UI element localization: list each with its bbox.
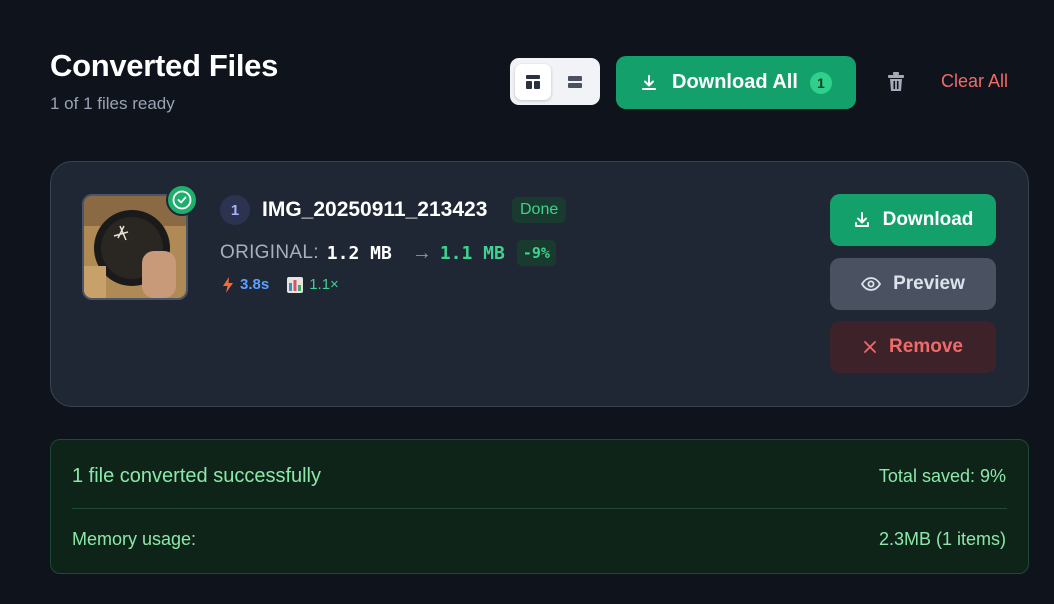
layout-grid-icon: [526, 74, 540, 89]
compression-ratio: 1.1×: [309, 276, 339, 293]
conversion-meta: 3.8s 1.1×: [222, 276, 339, 293]
close-icon: [864, 341, 876, 353]
memory-usage-value: 2.3MB (1 items): [878, 529, 1006, 549]
preview-label: Preview: [893, 273, 965, 294]
conversion-summary: [50, 439, 1029, 574]
download-all-label: Download All: [672, 71, 798, 93]
file-index-badge: 1: [220, 195, 250, 225]
clear-all-button[interactable]: Clear All: [941, 71, 1008, 92]
download-icon: [854, 212, 869, 227]
size-change-badge: -9%: [516, 240, 556, 266]
check-circle-icon: [166, 184, 198, 216]
original-label: ORIGINAL:: [220, 242, 319, 263]
download-all-button[interactable]: Download All 1: [616, 56, 856, 109]
status-badge: Done: [512, 197, 567, 223]
download-button[interactable]: Download: [830, 194, 996, 246]
remove-label: Remove: [889, 336, 963, 357]
trash-button[interactable]: [884, 70, 908, 99]
download-count-badge: 1: [809, 71, 832, 94]
bar-chart-icon: [287, 276, 304, 293]
size-comparison: ORIGINAL: 1.2 MB → 1.1 MB -9%: [220, 240, 556, 266]
page-header: Converted Files 1 of 1 files ready: [50, 48, 278, 114]
layout-list-icon: [568, 75, 582, 88]
new-size: 1.1 MB: [439, 242, 505, 264]
total-saved: Total saved: 9%: [878, 466, 1006, 486]
eye-icon: [861, 277, 882, 291]
preview-button[interactable]: Preview: [830, 258, 996, 310]
view-mode-toggle: [510, 58, 600, 105]
arrow-right-icon: →: [411, 241, 432, 264]
download-icon: [642, 74, 656, 90]
file-name: IMG_20250911_213423: [262, 198, 488, 221]
original-size: 1.2 MB: [326, 242, 392, 264]
files-ready-status: 1 of 1 files ready: [50, 94, 175, 113]
grid-view-button[interactable]: [515, 63, 551, 100]
page-title: Converted Files: [50, 48, 279, 83]
list-view-button[interactable]: [557, 64, 593, 100]
trash-icon: [888, 72, 904, 91]
conversion-time: 3.8s: [240, 276, 270, 293]
summary-title: 1 file converted successfully: [72, 465, 322, 487]
memory-usage-label: Memory usage:: [72, 529, 197, 549]
remove-button[interactable]: Remove: [830, 321, 996, 373]
download-label: Download: [882, 209, 974, 230]
lightning-icon: [223, 276, 233, 293]
summary-divider: [72, 508, 1007, 509]
